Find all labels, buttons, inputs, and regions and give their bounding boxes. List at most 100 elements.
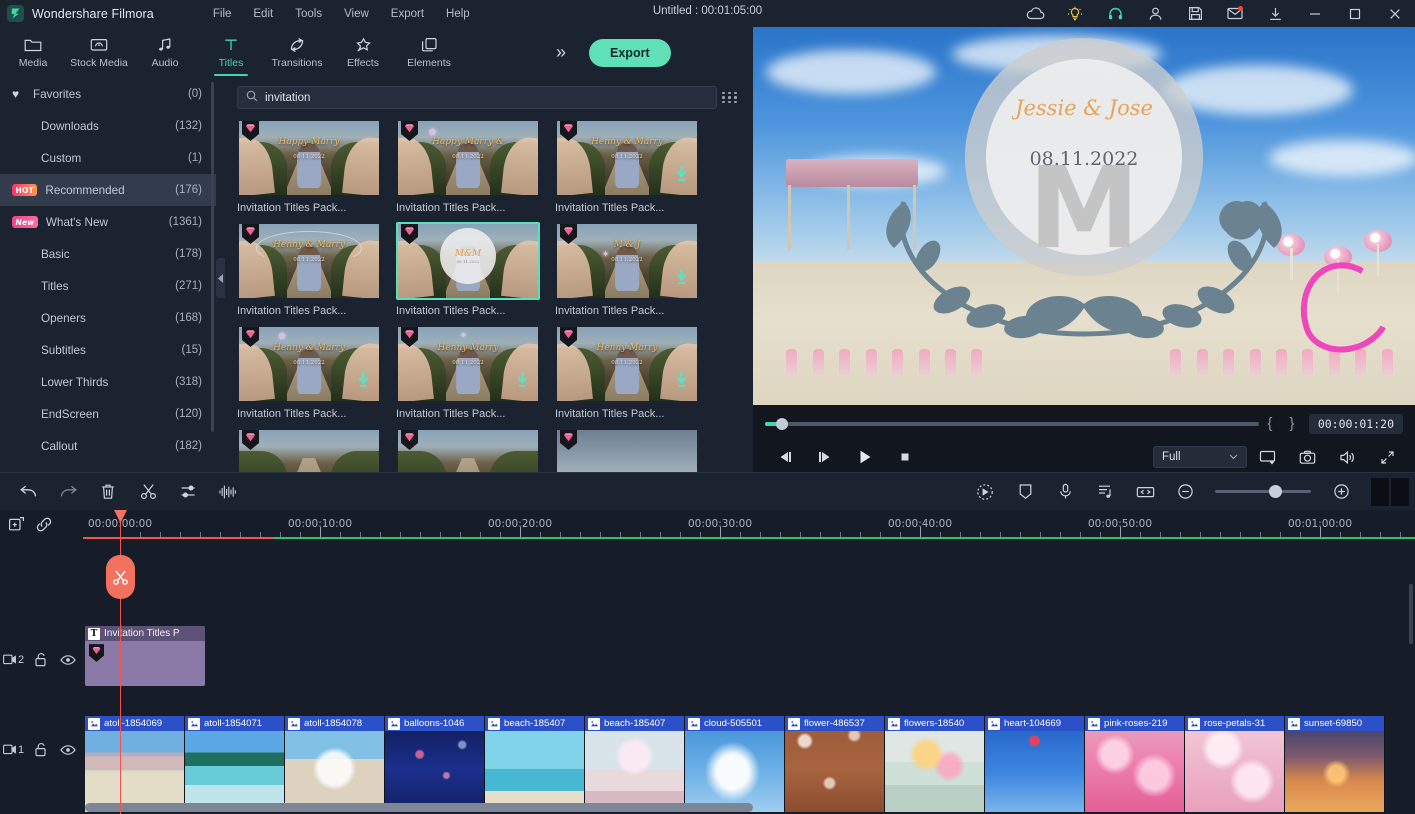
download-icon[interactable]	[675, 269, 688, 291]
menu-edit[interactable]: Edit	[242, 4, 284, 24]
video-clip[interactable]: heart-104669	[985, 716, 1085, 812]
menu-help[interactable]: Help	[435, 4, 481, 24]
download-icon[interactable]	[1255, 0, 1295, 27]
menu-export[interactable]: Export	[380, 4, 435, 24]
link-icon[interactable]	[35, 517, 53, 537]
download-icon[interactable]	[675, 166, 688, 188]
audio-mixer-icon[interactable]	[1085, 473, 1125, 511]
cloud-icon[interactable]	[1015, 0, 1055, 27]
play-icon[interactable]	[845, 442, 885, 472]
thumbnail-item[interactable]	[396, 428, 540, 473]
speaker-icon[interactable]	[1327, 442, 1367, 472]
expand-icon[interactable]	[1367, 442, 1407, 472]
sidebar-item-recommended[interactable]: HOT Recommended (176)	[0, 174, 216, 206]
tab-stock-media[interactable]: Stock Media	[66, 27, 132, 78]
crop-icon[interactable]	[1125, 473, 1165, 511]
sidebar-scrollbar[interactable]	[211, 82, 214, 432]
tab-elements[interactable]: Elements	[396, 27, 462, 78]
video-clip[interactable]: pink-roses-219	[1085, 716, 1185, 812]
tab-effects[interactable]: Effects	[330, 27, 396, 78]
preview-timecode[interactable]: 00:00:01:20	[1308, 413, 1403, 434]
minimize-icon[interactable]	[1295, 0, 1335, 27]
tab-transitions[interactable]: Transitions	[264, 27, 330, 78]
video-clip[interactable]: rose-petals-31	[1185, 716, 1285, 812]
thumbnail-item[interactable]	[555, 428, 699, 473]
tab-audio[interactable]: Audio	[132, 27, 198, 78]
video-clip[interactable]: atoll-1854078	[285, 716, 385, 812]
video-clip[interactable]: atoll-1854071	[185, 716, 285, 812]
shield-marker-icon[interactable]	[1005, 473, 1045, 511]
minus-circle-icon[interactable]	[1165, 473, 1205, 511]
timeline-playhead[interactable]	[106, 510, 135, 814]
thumbnail-item[interactable]: Happy Marry 08.11.2022 Invitation Titles…	[237, 119, 381, 214]
menu-file[interactable]: File	[202, 4, 243, 24]
step-backward-icon[interactable]	[765, 442, 805, 472]
thumbnail-item-selected[interactable]: M&M 08.11.2022 Invitation Titles Pack...	[396, 222, 540, 317]
thumbnail-item[interactable]: ✿ Happy Marry & 08.11.2022 Invitation Ti…	[396, 119, 540, 214]
sidebar-item-callout[interactable]: Callout (182)	[0, 430, 216, 462]
search-box[interactable]	[237, 86, 717, 109]
mail-icon[interactable]	[1215, 0, 1255, 27]
video-clip[interactable]: beach-185407	[485, 716, 585, 812]
zoom-slider-handle[interactable]	[1268, 485, 1282, 498]
color-wheel-icon[interactable]	[965, 473, 1005, 511]
thumbnail-item[interactable]: ✿ Henny & Marry 08.11.2022 Invitation Ti…	[237, 325, 381, 420]
download-icon[interactable]	[675, 372, 688, 394]
plus-circle-icon[interactable]	[1321, 473, 1361, 511]
sidebar-item-titles[interactable]: Titles (271)	[0, 270, 216, 302]
video-clip[interactable]: atoll-1854069	[85, 716, 185, 812]
monitor-icon[interactable]	[1247, 442, 1287, 472]
tab-media[interactable]: Media	[0, 27, 66, 78]
more-tabs-button[interactable]: »	[556, 42, 566, 63]
trash-icon[interactable]	[88, 473, 128, 511]
thumbnail-image[interactable]: Henny Marry 08.11.2022	[555, 325, 699, 403]
download-icon[interactable]	[357, 372, 370, 394]
video-clip[interactable]: balloons-1046	[385, 716, 485, 812]
render-bars-icon[interactable]	[1371, 477, 1409, 506]
headset-icon[interactable]	[1095, 0, 1135, 27]
sidebar-item-custom[interactable]: Custom (1)	[0, 142, 216, 174]
video-clip[interactable]: beach-185407	[585, 716, 685, 812]
lightbulb-icon[interactable]	[1055, 0, 1095, 27]
scrubber-handle[interactable]	[775, 417, 788, 430]
preview-quality-select[interactable]: Full	[1153, 446, 1247, 468]
brace-close-icon[interactable]: }	[1281, 415, 1303, 432]
video-preview[interactable]: M Jessie & Jose 08.11.2022	[753, 27, 1415, 405]
timeline-ruler[interactable]: 00:00:00:00 00:00:10:00 00:00:20:00 00:0…	[83, 510, 1415, 544]
export-button[interactable]: Export	[589, 38, 671, 67]
sidebar-item-downloads[interactable]: Downloads (132)	[0, 110, 216, 142]
thumbnail-item[interactable]	[237, 428, 381, 473]
menu-view[interactable]: View	[333, 4, 380, 24]
search-input[interactable]	[265, 91, 708, 104]
sidebar-item-openers[interactable]: Openers (168)	[0, 302, 216, 334]
camera-icon[interactable]	[1287, 442, 1327, 472]
thumbnail-image[interactable]: ✦ Henny Marry 08.11.2022	[396, 325, 540, 403]
thumbnail-image[interactable]: ✿ Happy Marry & 08.11.2022	[396, 119, 540, 197]
scissors-icon[interactable]	[128, 473, 168, 511]
thumbnail-item[interactable]: Henny & Marry 08.11.2022 Invitation Titl…	[237, 222, 381, 317]
brace-open-icon[interactable]: {	[1259, 415, 1281, 432]
thumbnail-item[interactable]: ✦ M & J 08.11.2022 Invitation Titles Pac…	[555, 222, 699, 317]
unlock-icon[interactable]	[27, 742, 54, 757]
title-clip[interactable]: T Invitation Titles P	[85, 626, 205, 686]
eye-icon[interactable]	[54, 654, 81, 666]
download-icon[interactable]	[516, 372, 529, 394]
sidebar-item-whats-new[interactable]: New What's New (1361)	[0, 206, 216, 238]
video-clip[interactable]: cloud-505501	[685, 716, 785, 812]
thumbnail-item[interactable]: Henny & Marry 08.11.2022 Invitation Titl…	[555, 119, 699, 214]
thumbnail-image[interactable]	[237, 428, 381, 473]
sidebar-item-favorites[interactable]: ♥ Favorites (0)	[0, 78, 216, 110]
eye-icon[interactable]	[54, 744, 81, 756]
grid-dots-icon[interactable]	[717, 91, 743, 104]
thumbnail-item[interactable]: Henny Marry 08.11.2022 Invitation Titles…	[555, 325, 699, 420]
sidebar-item-subtitles[interactable]: Subtitles (15)	[0, 334, 216, 366]
preview-scrubber[interactable]	[765, 417, 1259, 430]
thumbnail-image[interactable]: M&M 08.11.2022	[396, 222, 540, 300]
close-icon[interactable]	[1375, 0, 1415, 27]
save-icon[interactable]	[1175, 0, 1215, 27]
thumbnail-image[interactable]: Henny & Marry 08.11.2022	[237, 222, 381, 300]
video-clip[interactable]: flower-486537	[785, 716, 885, 812]
thumbnail-image[interactable]: Henny & Marry 08.11.2022	[555, 119, 699, 197]
timeline-horizontal-scrollbar[interactable]	[85, 803, 753, 812]
unlock-icon[interactable]	[27, 652, 54, 667]
